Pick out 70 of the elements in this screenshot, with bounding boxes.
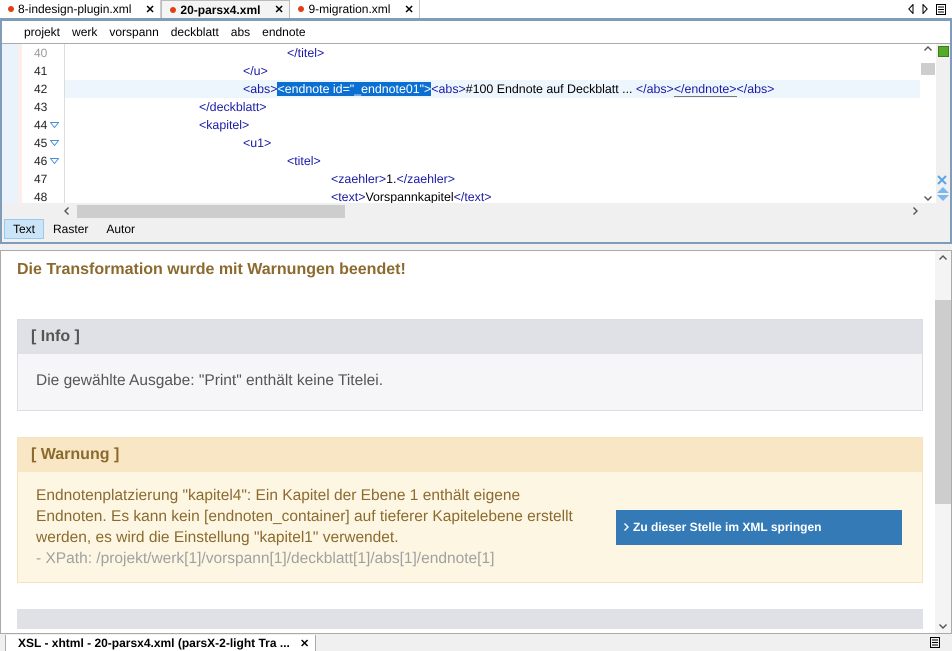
breadcrumb-item[interactable]: vorspann (109, 25, 159, 39)
fold-icon[interactable] (50, 158, 60, 164)
breadcrumb-item[interactable]: abs (230, 25, 250, 39)
chevron-icon (624, 523, 629, 531)
scroll-right-icon[interactable] (922, 4, 928, 14)
close-tab-button[interactable]: ✕ (300, 636, 309, 650)
fold-icon[interactable] (50, 122, 60, 128)
close-tab-button[interactable]: ✕ (274, 3, 284, 16)
mode-tab[interactable]: Text (4, 219, 44, 239)
scrollbar-thumb[interactable] (921, 62, 935, 74)
xml-tag: <u1> (67, 136, 272, 150)
line-number: 40 (34, 46, 48, 60)
line-number: 46 (34, 154, 48, 168)
scrollbar-thumb[interactable] (77, 204, 345, 218)
scroll-down-icon[interactable] (939, 624, 947, 629)
close-tab-button[interactable]: ✕ (145, 2, 154, 16)
jump-to-xml-button[interactable]: Zu dieser Stelle im XML springen (616, 510, 902, 544)
text-content: #100 Endnote auf Deckblatt ... (466, 82, 634, 96)
scroll-right-icon[interactable] (913, 207, 918, 215)
mode-tab[interactable]: Autor (97, 219, 144, 239)
xml-tag: <text> (67, 190, 366, 203)
xml-tag: </endnote> (674, 82, 737, 97)
xml-tag: </abs> (636, 82, 674, 96)
breadcrumb-item[interactable]: endnote (262, 25, 306, 39)
scroll-up-icon[interactable] (924, 46, 932, 51)
xml-tag: <kapitel> (67, 118, 250, 132)
line-number: 41 (34, 64, 48, 78)
text-content: 1. (386, 172, 396, 186)
line-number: 44 (34, 118, 48, 132)
close-tab-button[interactable]: ✕ (404, 2, 414, 16)
menu-icon[interactable] (930, 636, 940, 648)
breadcrumb-item[interactable]: projekt (24, 25, 60, 39)
xml-tag: <titel> (67, 154, 321, 168)
xml-tag: <endnote id="_endnote01"> (277, 82, 432, 96)
fold-icon[interactable] (50, 140, 60, 146)
xml-tag: <zaehler> (67, 172, 386, 186)
xml-tag: </u> (67, 64, 268, 78)
xpath-text: - XPath: /projekt/werk[1]/vorspann[1]/deckblatt[1]/abs[1]/endnote[1] (36, 549, 496, 569)
modified-dot (8, 6, 14, 12)
xml-tag: </zaehler> (396, 172, 456, 186)
message-text: Endnotenplatzierung "kapitel4": Ein Kapitel der Ebene 1 enthält eigene Endnoten. Es kann kein [endnoten_container] auf tieferer Kapitelebene erstellt werden, es wird die Einstellung "kapitel1" verwendet. (36, 486, 574, 548)
menu-icon[interactable] (936, 4, 946, 14)
xml-tag: </titel> (67, 46, 324, 60)
scroll-up-icon[interactable] (939, 255, 947, 260)
status-indicator (938, 46, 948, 57)
scrollbar-thumb[interactable] (935, 300, 951, 504)
line-number: 47 (34, 172, 48, 186)
xml-tag: </text> (454, 190, 492, 203)
line-number: 42 (34, 82, 48, 96)
scroll-left-icon[interactable] (64, 207, 69, 215)
mode-tab[interactable]: Raster (44, 219, 98, 239)
result-heading: Die Transformation wurde mit Warnungen beendet! (17, 261, 407, 279)
xml-tag: <abs> (67, 82, 278, 96)
modified-dot (298, 6, 304, 12)
file-tab[interactable]: 20-parsx4.xml ✕ (161, 0, 290, 18)
xml-tag: </deckblatt> (67, 100, 267, 114)
message-title: [ Info ] (18, 320, 922, 354)
line-number: 48 (34, 190, 48, 204)
console-tab[interactable]: XSL - xhtml - 20-parsx4.xml (parsX-2-light Tra ... ✕ (5, 635, 316, 651)
message-title: [ Warnung ] (18, 438, 922, 472)
xml-tag: </abs> (736, 82, 774, 96)
xml-tag: <abs> (431, 82, 466, 96)
breadcrumb-item[interactable]: werk (72, 25, 98, 39)
breadcrumb-item[interactable]: deckblatt (170, 25, 219, 39)
scroll-left-icon[interactable] (908, 4, 914, 14)
message-text: Die gewählte Ausgabe: "Print" enthält keine Titelei. (36, 372, 384, 390)
line-number: 45 (34, 136, 48, 150)
line-number: 43 (34, 100, 48, 114)
modified-dot (170, 6, 176, 12)
scroll-down-icon[interactable] (924, 196, 932, 201)
